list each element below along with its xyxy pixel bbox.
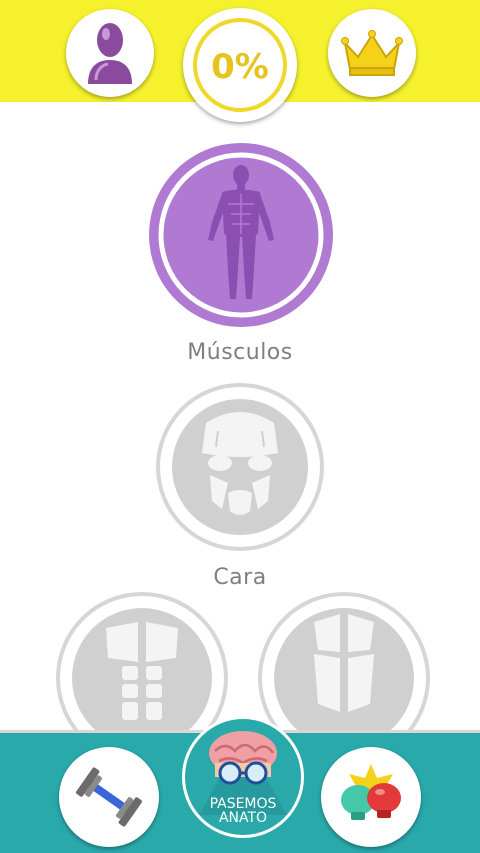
full-body-muscles-icon — [149, 143, 333, 327]
workout-button[interactable] — [59, 747, 159, 847]
category-cara-button[interactable] — [156, 383, 324, 551]
boxing-gloves-icon — [341, 764, 401, 820]
face-muscles-icon — [156, 383, 324, 551]
user-silhouette-icon — [88, 23, 132, 84]
progress-text: 0% — [211, 47, 269, 87]
crown-icon — [341, 30, 403, 76]
dumbbell-icon — [76, 767, 142, 827]
category-musculos-label: Músculos — [187, 340, 293, 365]
category-musculos-button[interactable] — [148, 142, 334, 328]
logo-line-2: ANATO — [218, 810, 268, 826]
ranking-button[interactable] — [328, 9, 416, 97]
challenge-button[interactable] — [321, 747, 421, 847]
progress-indicator: 0% — [183, 8, 297, 122]
category-cara-label: Cara — [213, 565, 267, 590]
profile-button[interactable] — [66, 9, 154, 97]
app-logo: PASEMOS ANATO — [182, 716, 304, 838]
